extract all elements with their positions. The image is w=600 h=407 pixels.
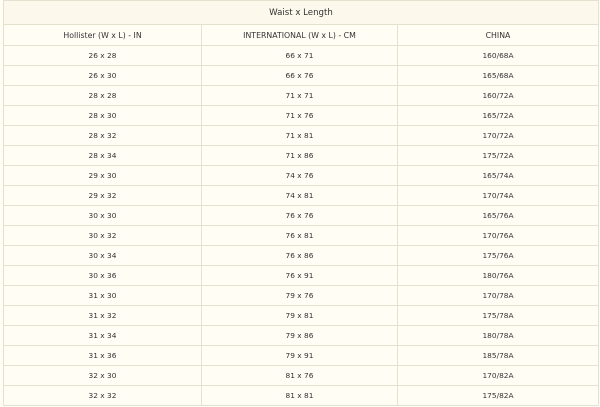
cell-hollister: 28 x 30 (3, 105, 202, 126)
table-row: 28 x 32 71 x 81 170/72A (3, 125, 599, 146)
cell-china: 175/72A (397, 145, 599, 166)
table-row: 28 x 30 71 x 76 165/72A (3, 105, 599, 126)
table-row: 28 x 34 71 x 86 175/72A (3, 145, 599, 166)
cell-china: 170/74A (397, 185, 599, 206)
column-header-hollister: Hollister (W x L) - IN (3, 24, 202, 46)
cell-international: 81 x 81 (201, 385, 398, 406)
cell-international: 76 x 81 (201, 225, 398, 246)
cell-china: 165/76A (397, 205, 599, 226)
cell-international: 79 x 86 (201, 325, 398, 346)
cell-international: 66 x 76 (201, 65, 398, 86)
cell-international: 71 x 76 (201, 105, 398, 126)
cell-china: 170/82A (397, 365, 599, 386)
cell-international: 79 x 76 (201, 285, 398, 306)
table-row: 30 x 36 76 x 91 180/76A (3, 265, 599, 286)
cell-international: 76 x 86 (201, 245, 398, 266)
cell-china: 185/78A (397, 345, 599, 366)
cell-international: 79 x 81 (201, 305, 398, 326)
cell-hollister: 32 x 32 (3, 385, 202, 406)
table-row: 26 x 28 66 x 71 160/68A (3, 45, 599, 66)
cell-china: 165/68A (397, 65, 599, 86)
cell-international: 74 x 81 (201, 185, 398, 206)
cell-china: 175/76A (397, 245, 599, 266)
cell-hollister: 26 x 30 (3, 65, 202, 86)
table-row: 31 x 30 79 x 76 170/78A (3, 285, 599, 306)
table-header-row: Hollister (W x L) - IN INTERNATIONAL (W … (3, 24, 599, 46)
size-chart-container: Waist x Length Hollister (W x L) - IN IN… (0, 0, 600, 407)
cell-hollister: 29 x 32 (3, 185, 202, 206)
table-row: 30 x 30 76 x 76 165/76A (3, 205, 599, 226)
cell-china: 165/72A (397, 105, 599, 126)
cell-hollister: 29 x 30 (3, 165, 202, 186)
cell-international: 66 x 71 (201, 45, 398, 66)
cell-hollister: 30 x 36 (3, 265, 202, 286)
cell-hollister: 26 x 28 (3, 45, 202, 66)
cell-hollister: 30 x 34 (3, 245, 202, 266)
cell-china: 180/76A (397, 265, 599, 286)
cell-hollister: 28 x 32 (3, 125, 202, 146)
cell-international: 71 x 81 (201, 125, 398, 146)
column-header-china: CHINA (397, 24, 599, 46)
table-row: 32 x 30 81 x 76 170/82A (3, 365, 599, 386)
cell-hollister: 28 x 34 (3, 145, 202, 166)
cell-hollister: 30 x 32 (3, 225, 202, 246)
size-chart-table: Waist x Length Hollister (W x L) - IN IN… (3, 0, 599, 406)
cell-china: 160/68A (397, 45, 599, 66)
cell-hollister: 32 x 30 (3, 365, 202, 386)
cell-international: 79 x 91 (201, 345, 398, 366)
table-row: 30 x 34 76 x 86 175/76A (3, 245, 599, 266)
cell-international: 76 x 76 (201, 205, 398, 226)
cell-international: 71 x 86 (201, 145, 398, 166)
cell-hollister: 31 x 32 (3, 305, 202, 326)
cell-hollister: 31 x 30 (3, 285, 202, 306)
cell-international: 81 x 76 (201, 365, 398, 386)
cell-international: 76 x 91 (201, 265, 398, 286)
cell-china: 165/74A (397, 165, 599, 186)
cell-china: 160/72A (397, 85, 599, 106)
table-row: 26 x 30 66 x 76 165/68A (3, 65, 599, 86)
cell-china: 175/82A (397, 385, 599, 406)
table-row: 29 x 32 74 x 81 170/74A (3, 185, 599, 206)
cell-china: 180/78A (397, 325, 599, 346)
table-row: 32 x 32 81 x 81 175/82A (3, 385, 599, 406)
table-title: Waist x Length (3, 0, 599, 25)
cell-hollister: 28 x 28 (3, 85, 202, 106)
table-row: 31 x 34 79 x 86 180/78A (3, 325, 599, 346)
table-row: 28 x 28 71 x 71 160/72A (3, 85, 599, 106)
cell-international: 74 x 76 (201, 165, 398, 186)
column-header-international: INTERNATIONAL (W x L) - CM (201, 24, 398, 46)
cell-china: 170/72A (397, 125, 599, 146)
table-row: 30 x 32 76 x 81 170/76A (3, 225, 599, 246)
cell-china: 170/76A (397, 225, 599, 246)
cell-hollister: 30 x 30 (3, 205, 202, 226)
table-title-row: Waist x Length (3, 0, 599, 25)
cell-china: 170/78A (397, 285, 599, 306)
cell-international: 71 x 71 (201, 85, 398, 106)
table-body: 26 x 28 66 x 71 160/68A 26 x 30 66 x 76 165/6… (3, 45, 599, 406)
table-row: 31 x 36 79 x 91 185/78A (3, 345, 599, 366)
table-row: 31 x 32 79 x 81 175/78A (3, 305, 599, 326)
cell-hollister: 31 x 34 (3, 325, 202, 346)
cell-hollister: 31 x 36 (3, 345, 202, 366)
cell-china: 175/78A (397, 305, 599, 326)
table-row: 29 x 30 74 x 76 165/74A (3, 165, 599, 186)
